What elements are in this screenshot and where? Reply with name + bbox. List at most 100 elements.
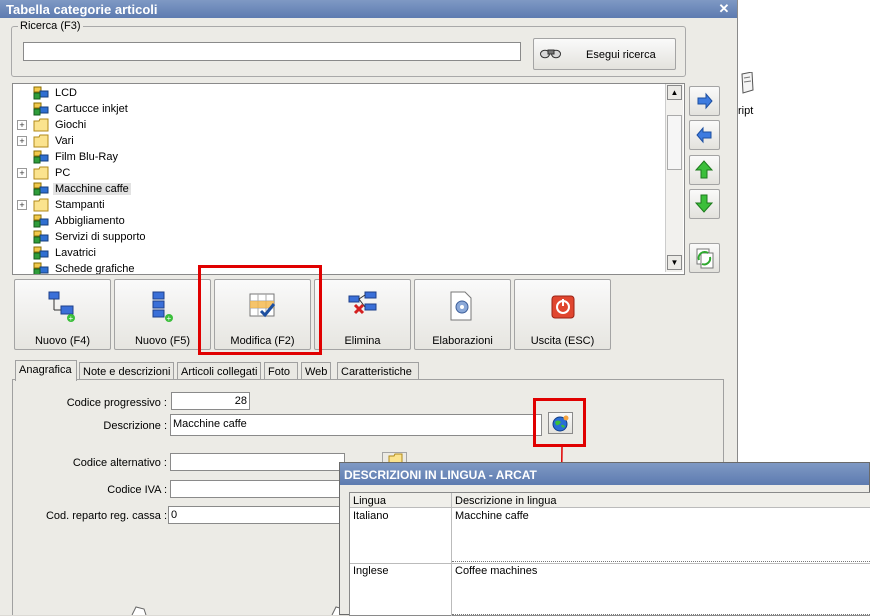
dialog-title-bar[interactable]: DESCRIZIONI IN LINGUA - ARCAT [340,463,869,485]
expand-icon[interactable]: + [17,200,27,210]
scroll-down-icon[interactable]: ▼ [667,255,682,270]
svg-text:+: + [69,314,74,323]
tab-articoli-collegati[interactable]: Articoli collegati [177,362,261,380]
search-legend: Ricerca (F3) [18,20,83,32]
new-item-icon: + [48,291,75,323]
arrow-down-icon [694,194,714,213]
tree-item[interactable]: + Stampanti [13,197,653,213]
tree-item[interactable]: + Vari [13,133,653,149]
column-header-lingua[interactable]: Lingua [350,493,452,508]
language-grid[interactable]: Lingua Descrizione in lingua Italiano Ma… [349,492,870,616]
tree-item-label: Stampanti [55,199,105,211]
category-tree[interactable]: LCD Cartucce inkjet + Giochi + Vari Film… [12,83,685,275]
close-icon[interactable]: ✕ [716,1,732,17]
tab-foto[interactable]: Foto [264,362,298,380]
delete-label: Elimina [344,335,381,347]
tree-item[interactable]: Abbigliamento [13,213,653,229]
tree-item[interactable]: Film Blu-Ray [13,149,653,165]
exit-button[interactable]: Uscita (ESC) [514,279,611,350]
move-left-button[interactable] [689,120,720,150]
descrizione-label: Descrizione : [103,420,167,432]
dialog-title: DESCRIZIONI IN LINGUA - ARCAT [344,468,537,482]
svg-text:+: + [167,314,172,323]
highlight-language-button [533,398,586,447]
category-icon [33,102,49,116]
tree-item[interactable]: + PC [13,165,653,181]
tree-item-label: LCD [55,87,78,99]
new-f5-label: Nuovo (F5) [134,335,191,347]
tree-item[interactable]: Cartucce inkjet [13,101,653,117]
tab-note-descrizioni[interactable]: Note e descrizioni [79,362,174,380]
tree-scrollbar[interactable]: ▲ ▼ [665,84,683,272]
tree-item-label: Servizi di supporto [55,231,146,243]
tab-web[interactable]: Web [301,362,331,380]
table-cell-lingua[interactable]: Inglese [350,563,452,579]
folder-icon [33,134,49,148]
tree-item-label: Lavatrici [55,247,96,259]
binoculars-icon [540,49,561,59]
tree-item[interactable]: Lavatrici [13,245,653,261]
category-icon [33,150,49,164]
tab-bar: Anagrafica Note e descrizioni Articoli c… [12,360,724,381]
new-f4-button[interactable]: + Nuovo (F4) [14,279,111,350]
table-cell-descrizione[interactable]: Macchine caffe [452,508,870,524]
process-button[interactable]: Elaborazioni [414,279,511,350]
search-button[interactable]: Esegui ricerca [533,38,676,70]
new-f4-label: Nuovo (F4) [34,335,91,347]
tree-item-label: Abbigliamento [55,215,125,227]
arrow-left-icon [696,126,712,144]
table-cell-lingua[interactable]: Italiano [350,508,452,524]
expand-icon[interactable]: + [17,168,27,178]
category-icon [33,214,49,228]
window-title: Tabella categorie articoli [6,2,158,17]
table-cell-descrizione[interactable]: Coffee machines [452,563,870,579]
new-f5-button[interactable]: + Nuovo (F5) [114,279,211,350]
category-icon [33,86,49,100]
search-input[interactable] [23,42,521,61]
scroll-up-icon[interactable]: ▲ [667,85,682,100]
exit-power-icon [551,295,575,319]
scroll-thumb[interactable] [667,115,682,170]
refresh-button[interactable] [689,243,720,273]
tree-item[interactable]: LCD [13,85,653,101]
folder-icon [33,166,49,180]
codice-iva-field[interactable] [170,480,345,498]
new-subitem-icon: + [152,291,173,323]
tree-item-label: PC [55,167,71,179]
codice-progressivo-label: Codice progressivo : [66,397,167,409]
arrow-right-icon [697,92,713,110]
document-icon [131,606,147,615]
tree-item-label: Macchine caffe [53,183,131,195]
exit-label: Uscita (ESC) [530,335,595,347]
column-header-descrizione[interactable]: Descrizione in lingua [452,493,870,508]
expand-icon[interactable]: + [17,136,27,146]
delete-button[interactable]: Elimina [314,279,411,350]
expand-icon[interactable]: + [17,120,27,130]
move-up-button[interactable] [689,155,720,185]
search-button-label: Esegui ricerca [586,49,656,61]
tab-anagrafica[interactable]: Anagrafica [15,360,77,381]
move-right-button[interactable] [689,86,720,116]
tree-item-label: Schede grafiche [55,263,135,275]
highlight-edit-button [198,265,322,355]
tree-item[interactable]: Servizi di supporto [13,229,653,245]
descrizione-field[interactable]: Macchine caffe [170,414,542,436]
tab-caratteristiche[interactable]: Caratteristiche [337,362,419,380]
codice-alternativo-field[interactable] [170,453,345,471]
tree-item-label: Vari [55,135,74,147]
codice-progressivo-field[interactable]: 28 [171,392,250,410]
script-icon[interactable] [740,72,754,94]
tree-item-label: Film Blu-Ray [55,151,118,163]
tree-item[interactable]: + Giochi [13,117,653,133]
desktop-icon-label: ript [738,105,754,117]
arrow-up-icon [694,160,714,179]
tree-item[interactable]: Schede grafiche [13,261,653,275]
folder-icon [33,118,49,132]
category-icon [33,262,49,274]
tree-item-selected[interactable]: Macchine caffe [13,181,653,197]
title-bar[interactable]: Tabella categorie articoli ✕ [0,0,737,18]
processing-icon [450,291,472,321]
tree-item-label: Cartucce inkjet [55,103,128,115]
move-down-button[interactable] [689,189,720,219]
cod-reparto-field[interactable]: 0 [168,506,345,524]
